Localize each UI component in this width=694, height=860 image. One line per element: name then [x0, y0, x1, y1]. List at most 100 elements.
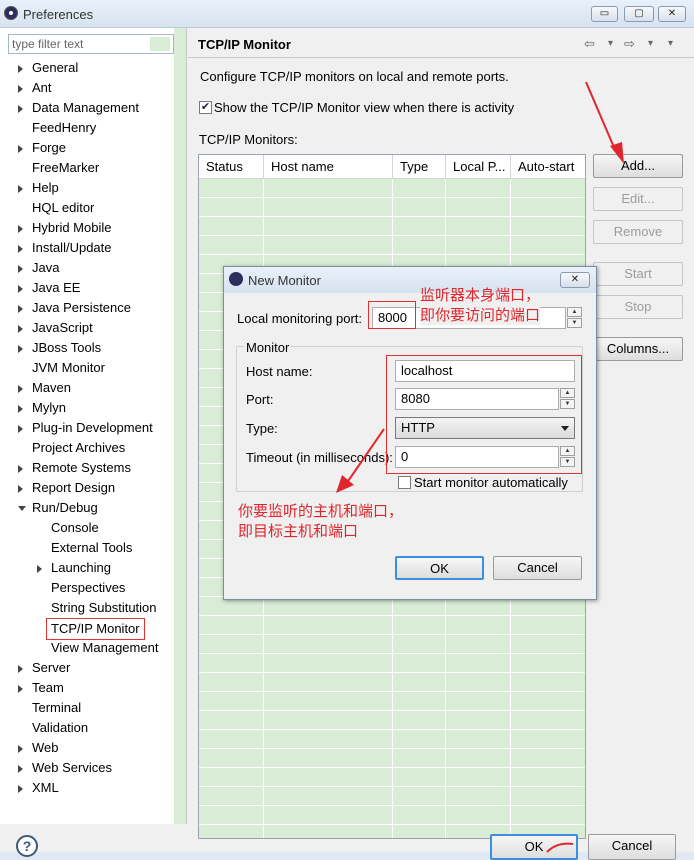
collapsed-triangle-icon[interactable] — [18, 285, 23, 293]
columns-button[interactable]: Columns... — [593, 337, 683, 361]
window-title: Preferences — [23, 7, 94, 22]
annotation-arrow-to-add — [585, 81, 624, 164]
annotation-target-line2: 即目标主机和端口 — [238, 522, 359, 540]
collapsed-triangle-icon[interactable] — [18, 345, 23, 353]
remove-button[interactable]: Remove — [593, 220, 683, 244]
local-port-label: Local monitoring port: — [237, 311, 363, 326]
tree-item-label: FeedHenry — [32, 120, 97, 135]
minimize-button[interactable]: ▭ — [591, 6, 618, 22]
tree-item-label: Hybrid Mobile — [32, 220, 112, 235]
filter-placeholder: type filter text — [12, 37, 84, 51]
tree-item-label: Console — [51, 520, 99, 535]
tree-scrollbar[interactable] — [174, 28, 186, 824]
annotation-box-local-port — [368, 301, 416, 329]
show-view-checkbox[interactable]: ✔ — [199, 101, 212, 114]
tree-item-label: Project Archives — [32, 440, 126, 455]
collapsed-triangle-icon[interactable] — [18, 485, 23, 493]
collapsed-triangle-icon[interactable] — [18, 225, 23, 233]
stop-button[interactable]: Stop — [593, 295, 683, 319]
collapsed-triangle-icon[interactable] — [18, 145, 23, 153]
collapsed-triangle-icon[interactable] — [18, 665, 23, 673]
column-local-port[interactable]: Local P... — [446, 155, 511, 179]
dialog-cancel-button[interactable]: Cancel — [493, 556, 582, 580]
dialog-titlebar: New Monitor ✕ — [224, 267, 596, 293]
tree-item-label: Team — [32, 680, 64, 695]
column-host-name[interactable]: Host name — [264, 155, 393, 179]
dialog-title: New Monitor — [248, 273, 321, 288]
forward-arrow-icon[interactable]: ⇨ — [624, 36, 635, 52]
collapsed-triangle-icon[interactable] — [18, 105, 23, 113]
tree-item-label: JBoss Tools — [32, 340, 102, 355]
dialog-ok-button[interactable]: OK — [395, 556, 484, 580]
auto-start-checkbox[interactable] — [398, 476, 411, 489]
forward-history-dropdown-icon[interactable]: ▾ — [648, 38, 653, 49]
annotation-local-port-line2: 即你要访问的端口 — [420, 305, 541, 325]
tree-item-label: Data Management — [32, 100, 139, 115]
collapsed-triangle-icon[interactable] — [18, 185, 23, 193]
back-history-dropdown-icon[interactable]: ▾ — [608, 38, 613, 49]
tree-item-label: Mylyn — [32, 400, 66, 415]
annotation-box-target — [386, 355, 582, 474]
collapsed-triangle-icon[interactable] — [18, 65, 23, 73]
tree-item-label: JVM Monitor — [32, 360, 105, 375]
tree-item-label: Plug-in Development — [32, 420, 153, 435]
dialog-close-button[interactable]: ✕ — [560, 272, 590, 288]
collapsed-triangle-icon[interactable] — [18, 425, 23, 433]
collapsed-triangle-icon[interactable] — [18, 465, 23, 473]
tree-item-label: Web Services — [32, 760, 112, 775]
collapsed-triangle-icon[interactable] — [18, 405, 23, 413]
filter-input[interactable]: type filter text — [8, 34, 174, 54]
local-port-spinner[interactable]: ▲ ▼ — [567, 307, 582, 329]
footer-cancel-button[interactable]: Cancel — [588, 834, 676, 860]
expanded-triangle-icon[interactable] — [18, 506, 26, 511]
collapsed-triangle-icon[interactable] — [37, 565, 46, 579]
tree-item-label: View Management — [51, 640, 159, 655]
close-window-button[interactable]: ✕ — [658, 6, 686, 22]
eclipse-icon — [229, 272, 243, 286]
new-monitor-dialog: New Monitor ✕ Local monitoring port: 800… — [223, 266, 597, 600]
tree-item-label: Report Design — [32, 480, 116, 495]
collapsed-triangle-icon[interactable] — [18, 765, 23, 773]
collapsed-triangle-icon[interactable] — [18, 265, 23, 273]
view-menu-icon[interactable]: ▾ — [668, 38, 673, 49]
tree-item-label: Maven — [32, 380, 72, 395]
collapsed-triangle-icon[interactable] — [18, 385, 23, 393]
collapsed-triangle-icon[interactable] — [18, 685, 23, 693]
edit-button[interactable]: Edit... — [593, 187, 683, 211]
monitor-group-label: Monitor — [244, 340, 292, 355]
collapsed-triangle-icon[interactable] — [18, 305, 23, 313]
eclipse-icon — [4, 6, 18, 20]
column-type[interactable]: Type — [393, 155, 446, 179]
tree-item-label: Validation — [32, 720, 89, 735]
collapsed-triangle-icon[interactable] — [18, 245, 23, 253]
tree-item-label: Remote Systems — [32, 460, 131, 475]
back-arrow-icon[interactable]: ⇦ — [584, 36, 595, 52]
maximize-button[interactable]: ▢ — [624, 6, 654, 22]
collapsed-triangle-icon[interactable] — [18, 325, 23, 333]
column-auto-start[interactable]: Auto-start — [511, 155, 585, 179]
tree-item-label: External Tools — [51, 540, 133, 555]
annotation-target-line1: 你要监听的主机和端口， — [238, 502, 404, 520]
tree-item-label: XML — [32, 780, 59, 795]
tree-item-label: Java EE — [32, 280, 81, 295]
collapsed-triangle-icon[interactable] — [18, 785, 23, 793]
column-status[interactable]: Status — [199, 155, 264, 179]
help-icon[interactable]: ? — [16, 835, 38, 857]
tree-item-label: Run/Debug — [32, 500, 98, 515]
monitors-label: TCP/IP Monitors: — [199, 132, 298, 147]
tree-item-label: Install/Update — [32, 240, 112, 255]
tree-item-label: Server — [32, 660, 71, 675]
clear-filter-icon[interactable] — [150, 37, 170, 51]
tree-item-label: Perspectives — [51, 580, 126, 595]
collapsed-triangle-icon[interactable] — [18, 745, 23, 753]
tree-item-label: Ant — [32, 80, 52, 95]
table-header: Status Host name Type Local P... Auto-st… — [199, 155, 585, 179]
tree-item-label: TCP/IP Monitor — [46, 618, 145, 640]
tree-item-label: Java — [32, 260, 60, 275]
port-label: Port: — [246, 392, 274, 407]
annotation-arrow-to-fields — [336, 428, 385, 493]
preference-tree-panel: type filter text General Ant Data Manageme… — [0, 28, 187, 824]
collapsed-triangle-icon[interactable] — [18, 85, 23, 93]
start-button[interactable]: Start — [593, 262, 683, 286]
page-title: TCP/IP Monitor — [198, 37, 291, 52]
